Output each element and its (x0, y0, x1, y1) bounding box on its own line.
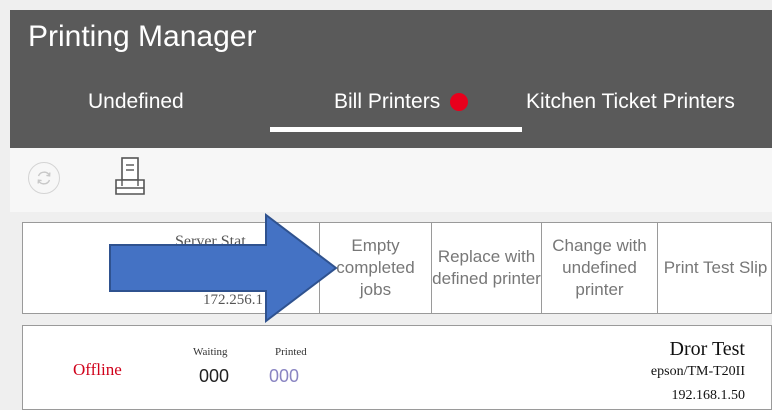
print-button[interactable] (108, 156, 152, 200)
replace-with-defined-printer-button[interactable]: Replace with defined printer (431, 223, 541, 313)
app-header: Printing Manager Undefined Bill Printers… (10, 10, 772, 148)
printed-label: Printed (275, 346, 307, 358)
arrow-annotation-icon (109, 213, 338, 323)
tab-label: Undefined (88, 90, 184, 113)
alert-dot-icon (450, 93, 469, 111)
printer-status: Offline (73, 360, 122, 379)
tab-bill-printers[interactable]: Bill Printers (334, 90, 469, 114)
refresh-icon (37, 171, 51, 185)
waiting-label: Waiting (193, 346, 228, 358)
printer-model: epson/TM-T20II (650, 364, 745, 379)
active-tab-indicator (270, 127, 522, 132)
printed-count: 000 (269, 366, 300, 386)
printer-name: Dror Test (669, 338, 745, 360)
change-with-undefined-printer-button[interactable]: Change with undefined printer (541, 223, 657, 313)
printer-icon (115, 157, 145, 195)
print-test-slip-button[interactable]: Print Test Slip (657, 223, 772, 313)
page-title: Printing Manager (28, 20, 257, 53)
waiting-count: 000 (199, 366, 230, 386)
tab-undefined[interactable]: Undefined (88, 90, 184, 114)
tab-kitchen-ticket-printers[interactable]: Kitchen Ticket Printers (526, 90, 735, 114)
tab-label: Kitchen Ticket Printers (526, 90, 735, 113)
tab-label: Bill Printers (334, 90, 441, 113)
button-label: Replace with defined printer (432, 247, 541, 288)
printer-ip: 192.168.1.50 (671, 388, 746, 403)
refresh-button[interactable] (28, 162, 60, 194)
button-label: Change with undefined printer (552, 236, 647, 299)
printer-card[interactable]: Offline Waiting Printed 000 000 Dror Tes… (22, 325, 772, 410)
button-label: Print Test Slip (663, 258, 768, 277)
toolbar (10, 148, 772, 212)
